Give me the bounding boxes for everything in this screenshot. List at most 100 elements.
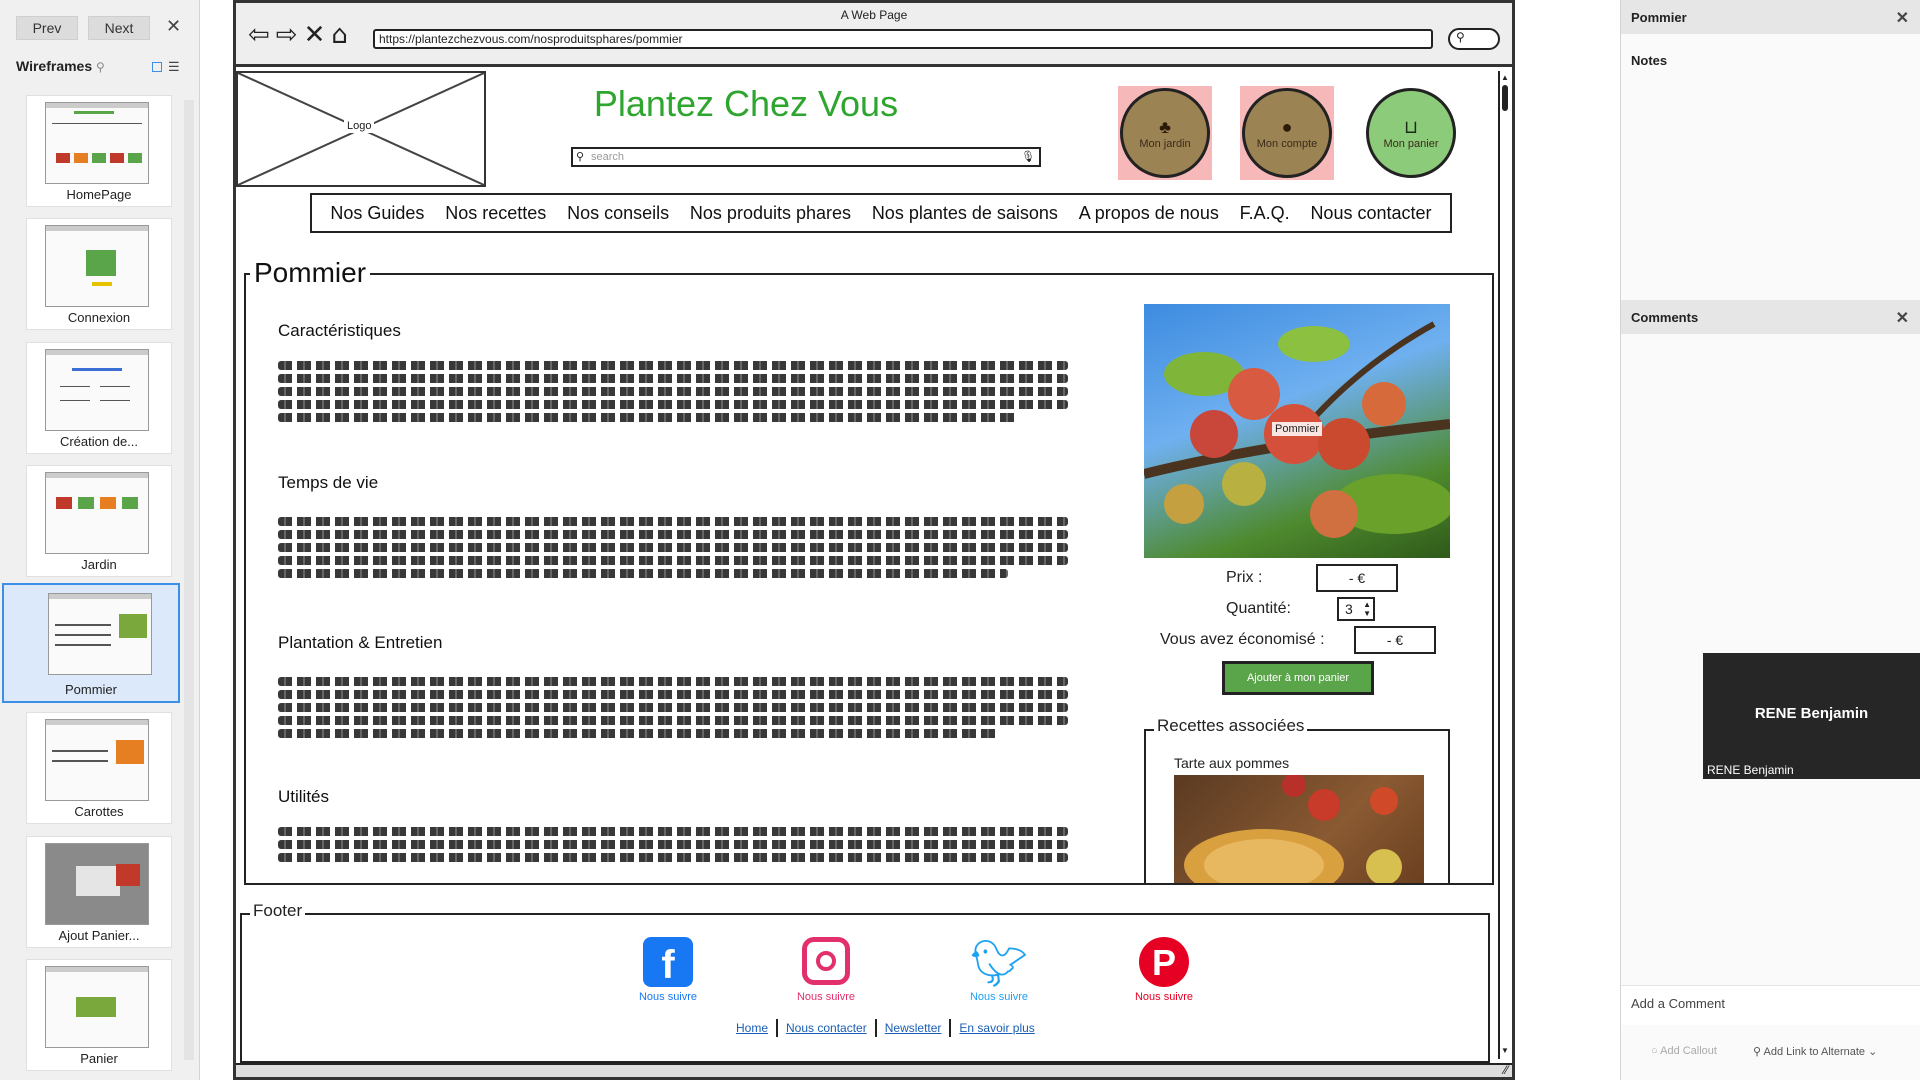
thumb-ajout-panier[interactable]: Ajout Panier...	[26, 836, 172, 948]
instagram-link[interactable]: Nous suivre	[796, 937, 856, 1003]
thumbnails-scrollbar[interactable]	[184, 100, 194, 1060]
participant-name: RENE Benjamin	[1754, 705, 1869, 722]
stepper-arrows-icon[interactable]: ▲ ▼	[1363, 600, 1371, 618]
product-image-label: Pommier	[1272, 422, 1323, 436]
quantity-value: 3	[1345, 601, 1353, 617]
footer-link-en-savoir-plus[interactable]: En savoir plus	[959, 1021, 1034, 1035]
browser-search-icon[interactable]: ⚲	[1448, 28, 1500, 50]
forward-icon[interactable]: ⇨	[276, 20, 304, 50]
related-recipe-image[interactable]	[1174, 775, 1424, 883]
thumb-label: HomePage	[66, 187, 132, 202]
back-icon[interactable]: ⇦	[248, 20, 276, 50]
thumb-pommier[interactable]: Pommier	[2, 583, 180, 703]
section-title: Temps de vie	[278, 473, 379, 492]
section-text	[278, 677, 1068, 738]
user-icon: ●	[1281, 116, 1293, 137]
search-placeholder: search	[591, 151, 625, 163]
add-callout-button[interactable]: ○ Add Callout	[1651, 1045, 1717, 1057]
logo-label: Logo	[344, 119, 375, 133]
thumb-panier[interactable]: Panier	[26, 959, 172, 1071]
quantity-label: Quantité:	[1226, 600, 1291, 617]
close-icon[interactable]: ✕	[166, 16, 181, 37]
footer-link-home[interactable]: Home	[736, 1021, 768, 1035]
prev-button[interactable]: Prev	[16, 16, 78, 40]
mon-jardin-label: Mon jardin	[1139, 137, 1191, 150]
thumb-jardin[interactable]: Jardin	[26, 465, 172, 577]
price-label: Prix :	[1226, 569, 1263, 586]
thumb-label: Pommier	[64, 682, 117, 697]
twitter-icon: 🐦︎	[969, 937, 1029, 989]
instagram-caption: Nous suivre	[796, 991, 856, 1003]
thumb-preview	[45, 843, 149, 925]
notes-area[interactable]	[1631, 78, 1911, 288]
scroll-thumb[interactable]	[1502, 85, 1508, 111]
nav-nos-produits-phares[interactable]: Nos produits phares	[690, 203, 851, 224]
facebook-caption: Nous suivre	[638, 991, 698, 1003]
page-scrollbar[interactable]: ▲ ▼	[1498, 71, 1510, 1059]
add-to-cart-button[interactable]: Ajouter à mon panier	[1222, 661, 1374, 695]
nav-nous-contacter[interactable]: Nous contacter	[1310, 203, 1431, 224]
add-link-button[interactable]: ⚲ Add Link to Alternate ⌄	[1753, 1045, 1877, 1058]
tart-illustration	[1184, 775, 1402, 883]
main-title: Pommier	[250, 257, 371, 289]
thumb-homepage[interactable]: HomePage	[26, 95, 172, 207]
wireframes-title-text: Wireframes	[16, 58, 93, 74]
thumb-carottes[interactable]: Carottes	[26, 712, 172, 824]
related-recipe-name[interactable]: Tarte aux pommes	[1174, 755, 1289, 771]
scroll-up-icon[interactable]: ▲	[1501, 73, 1509, 82]
thumb-preview	[45, 102, 149, 184]
thumb-preview	[45, 472, 149, 554]
next-button[interactable]: Next	[88, 16, 150, 40]
scroll-down-icon[interactable]: ▼	[1501, 1046, 1509, 1055]
pinterest-link[interactable]: P Nous suivre	[1134, 937, 1194, 1003]
search-input[interactable]: ⚲ search 🎙	[571, 147, 1041, 167]
list-view-icon[interactable]: ☰	[168, 59, 180, 75]
mon-compte-button[interactable]: ● Mon compte	[1242, 88, 1332, 178]
section-temps-de-vie: Temps de vie	[278, 473, 1078, 582]
stop-icon[interactable]: ✕	[304, 20, 332, 50]
close-comments-icon[interactable]: ✕	[1896, 308, 1909, 328]
mon-jardin-button[interactable]: ♣ Mon jardin	[1120, 88, 1210, 178]
thumb-preview	[45, 225, 149, 307]
main-nav: Nos Guides Nos recettes Nos conseils Nos…	[310, 193, 1452, 233]
url-bar[interactable]: https://plantezchezvous.com/nosproduitsp…	[373, 29, 1433, 49]
thumb-label: Création de...	[59, 434, 139, 449]
nav-nos-guides[interactable]: Nos Guides	[330, 203, 424, 224]
home-icon[interactable]: ⌂	[331, 20, 354, 50]
video-call-tile[interactable]: RENE Benjamin RENE Benjamin	[1703, 653, 1920, 779]
nav-nos-conseils[interactable]: Nos conseils	[567, 203, 669, 224]
footer-link-newsletter[interactable]: Newsletter	[885, 1021, 942, 1035]
link-icon: ⚲	[1753, 1046, 1762, 1058]
facebook-link[interactable]: f Nous suivre	[638, 937, 698, 1003]
section-plantation: Plantation & Entretien	[278, 633, 1078, 742]
properties-panel: Pommier ✕ Notes Comments ✕ Add a Comment…	[1620, 0, 1920, 1080]
browser-titlebar: A Web Page ⇦⇨✕⌂ https://plantezchezvous.…	[236, 3, 1512, 67]
comments-header-title: Comments	[1631, 309, 1699, 325]
product-image: Pommier	[1144, 304, 1450, 558]
site-title: Plantez Chez Vous	[593, 83, 899, 124]
mic-icon[interactable]: 🎙	[1021, 149, 1035, 165]
thumb-label: Panier	[80, 1051, 118, 1066]
nav-a-propos[interactable]: A propos de nous	[1079, 203, 1219, 224]
grid-view-icon[interactable]	[152, 62, 162, 72]
resize-grip-icon[interactable]: ⁄⁄	[1504, 1063, 1508, 1077]
thumb-creation[interactable]: Création de...	[26, 342, 172, 454]
nav-faq[interactable]: F.A.Q.	[1240, 203, 1290, 224]
link-icon[interactable]: ⚲	[96, 60, 105, 74]
quantity-stepper[interactable]: 3 ▲ ▼	[1337, 597, 1375, 621]
twitter-link[interactable]: 🐦︎ Nous suivre	[964, 937, 1034, 1003]
browser-statusbar: ⁄⁄	[236, 1063, 1512, 1077]
callout-icon: ○	[1651, 1045, 1658, 1057]
close-notes-icon[interactable]: ✕	[1896, 8, 1909, 28]
thumb-connexion[interactable]: Connexion	[26, 218, 172, 330]
mon-panier-button[interactable]: ⊔ Mon panier	[1366, 88, 1456, 178]
section-text	[278, 827, 1068, 862]
footer-link-contact[interactable]: Nous contacter	[786, 1021, 867, 1035]
price-value: - €	[1316, 564, 1398, 592]
add-comment-input[interactable]: Add a Comment	[1621, 985, 1920, 1025]
section-title: Plantation & Entretien	[278, 633, 443, 652]
twitter-caption: Nous suivre	[969, 991, 1029, 1003]
nav-nos-plantes-de-saisons[interactable]: Nos plantes de saisons	[872, 203, 1058, 224]
nav-buttons: ⇦⇨✕⌂	[248, 21, 354, 49]
nav-nos-recettes[interactable]: Nos recettes	[445, 203, 546, 224]
